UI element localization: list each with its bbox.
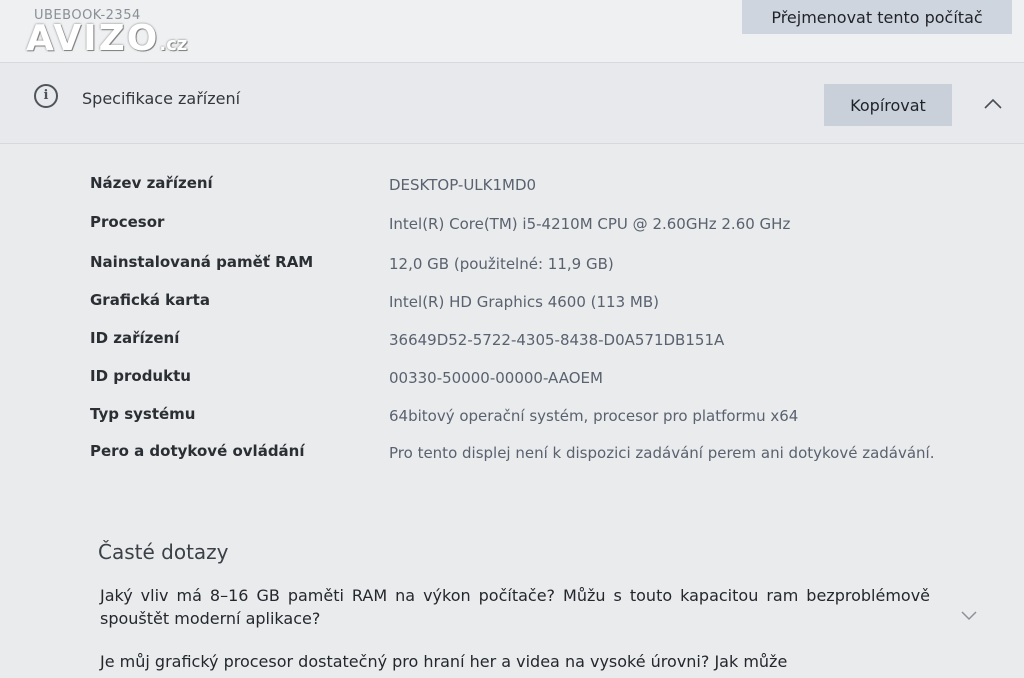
spec-row: Pero a dotykové ovládání Pro tento displ…	[0, 442, 1024, 492]
spec-row: Nainstalovaná paměť RAM 12,0 GB (použite…	[0, 253, 1024, 283]
chevron-up-icon[interactable]	[982, 93, 1004, 115]
spec-label: Název zařízení	[90, 174, 213, 192]
faq-question[interactable]: Jaký vliv má 8–16 GB paměti RAM na výkon…	[100, 584, 930, 630]
spec-label: Grafická karta	[90, 291, 210, 309]
spec-row: Grafická karta Intel(R) HD Graphics 4600…	[0, 291, 1024, 321]
top-bar: UBEBOOK-2354 AVIZO.cz Přejmenovat tento …	[0, 0, 1024, 63]
spec-label: Procesor	[90, 213, 165, 231]
spec-row: Typ systému 64bitový operační systém, pr…	[0, 405, 1024, 435]
spec-value: DESKTOP-ULK1MD0	[389, 176, 537, 194]
spec-label: Pero a dotykové ovládání	[90, 442, 305, 460]
section-title: Specifikace zařízení	[82, 89, 241, 108]
spec-value: 64bitový operační systém, procesor pro p…	[389, 407, 799, 425]
spec-label: ID produktu	[90, 367, 191, 385]
spec-value: 00330-50000-00000-AAOEM	[389, 369, 603, 387]
rename-pc-button[interactable]: Přejmenovat tento počítač	[742, 0, 1012, 34]
copy-button[interactable]: Kopírovat	[824, 84, 952, 126]
spec-label: Typ systému	[90, 405, 196, 423]
spec-row: Název zařízení DESKTOP-ULK1MD0	[0, 174, 1024, 204]
avizo-watermark-logo: AVIZO.cz	[26, 18, 188, 59]
spec-value: 36649D52-5722-4305-8438-D0A571DB151A	[389, 331, 725, 349]
faq-question[interactable]: Je můj grafický procesor dostatečný pro …	[100, 650, 930, 673]
spec-row: Procesor Intel(R) Core(TM) i5-4210M CPU …	[0, 213, 1024, 243]
spec-value: Intel(R) HD Graphics 4600 (113 MB)	[389, 293, 659, 311]
spec-row: ID produktu 00330-50000-00000-AAOEM	[0, 367, 1024, 397]
faq-title: Časté dotazy	[98, 540, 229, 564]
spec-row: ID zařízení 36649D52-5722-4305-8438-D0A5…	[0, 329, 1024, 359]
device-specs-header[interactable]: i Specifikace zařízení Kopírovat	[0, 63, 1024, 144]
spec-value: Pro tento displej není k dispozici zadáv…	[389, 444, 935, 462]
spec-label: ID zařízení	[90, 329, 180, 347]
info-icon: i	[34, 84, 58, 108]
chevron-down-icon[interactable]	[958, 608, 980, 624]
spec-label: Nainstalovaná paměť RAM	[90, 253, 314, 271]
spec-value: 12,0 GB (použitelné: 11,9 GB)	[389, 255, 614, 273]
spec-value: Intel(R) Core(TM) i5-4210M CPU @ 2.60GHz…	[389, 215, 791, 233]
